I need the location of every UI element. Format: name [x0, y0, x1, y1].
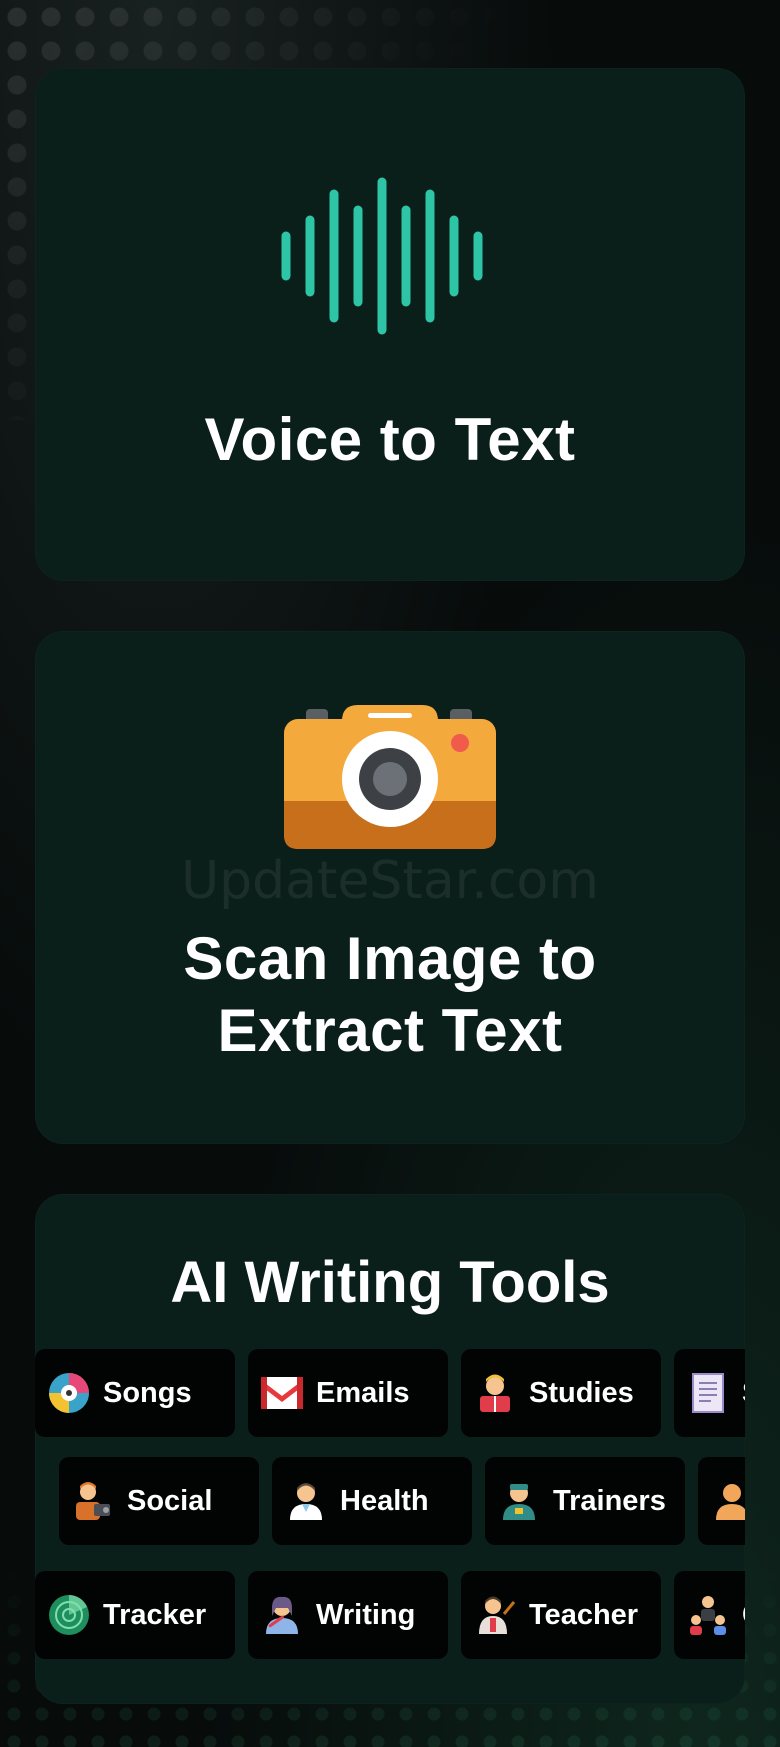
writer-icon: [260, 1593, 304, 1637]
tool-chip-tracker[interactable]: Tracker: [35, 1571, 235, 1659]
team-icon: [686, 1593, 730, 1637]
tool-chip-co[interactable]: Co: [674, 1571, 745, 1659]
tool-chip-label: Writing: [316, 1598, 416, 1631]
tool-chip-label: Studies: [529, 1376, 634, 1409]
voice-to-text-card[interactable]: Voice to Text: [35, 68, 745, 581]
tool-chip-label: Emails: [316, 1376, 410, 1409]
tool-chip-writing[interactable]: Writing: [248, 1571, 448, 1659]
scan-image-title: Scan Image to Extract Text: [183, 925, 597, 1064]
tool-chip-health[interactable]: Health: [272, 1457, 472, 1545]
tool-chip-partial[interactable]: [698, 1457, 745, 1545]
tool-chip-label: Songs: [103, 1376, 192, 1409]
camera-icon: [284, 705, 496, 849]
tool-chip-social[interactable]: Social: [59, 1457, 259, 1545]
tool-chip-teacher[interactable]: Teacher: [461, 1571, 661, 1659]
person-icon: [710, 1479, 745, 1523]
sound-wave-icon: [281, 177, 483, 335]
tool-chip-label: Health: [340, 1484, 429, 1517]
tool-chip-emails[interactable]: Emails: [248, 1349, 448, 1437]
tool-chip-label: Trainers: [553, 1484, 666, 1517]
tools-row-3[interactable]: Tracker Writing Teacher: [35, 1571, 745, 1661]
tools-row-1[interactable]: Songs Emails Studies: [35, 1349, 745, 1439]
teacher-icon: [473, 1593, 517, 1637]
videographer-icon: [71, 1479, 115, 1523]
tool-chip-label: Co: [742, 1599, 745, 1632]
tool-chip-label: Teacher: [529, 1598, 639, 1631]
watermark-text: UpdateStar.com: [181, 851, 599, 911]
ai-writing-tools-title: AI Writing Tools: [170, 1250, 610, 1315]
tools-row-2[interactable]: Social Health Trainers: [35, 1457, 745, 1547]
ai-writing-tools-card: AI Writing Tools Songs Emails Studies So…: [35, 1194, 745, 1704]
tool-chip-script[interactable]: S: [674, 1349, 745, 1437]
radar-icon: [47, 1593, 91, 1637]
script-document-icon: [686, 1371, 730, 1415]
tool-chip-label: Social: [127, 1484, 213, 1517]
doctor-icon: [284, 1479, 328, 1523]
tool-chip-label: S: [742, 1377, 745, 1410]
voice-to-text-title: Voice to Text: [204, 406, 576, 473]
trainer-icon: [497, 1479, 541, 1523]
mail-icon: [260, 1371, 304, 1415]
tool-chip-trainers[interactable]: Trainers: [485, 1457, 685, 1545]
scan-image-card[interactable]: UpdateStar.com Scan Image to Extract Tex…: [35, 631, 745, 1144]
tool-chip-studies[interactable]: Studies: [461, 1349, 661, 1437]
tool-chip-songs[interactable]: Songs: [35, 1349, 235, 1437]
student-reading-icon: [473, 1371, 517, 1415]
tool-chip-label: Tracker: [103, 1598, 207, 1631]
music-disc-icon: [47, 1371, 91, 1415]
